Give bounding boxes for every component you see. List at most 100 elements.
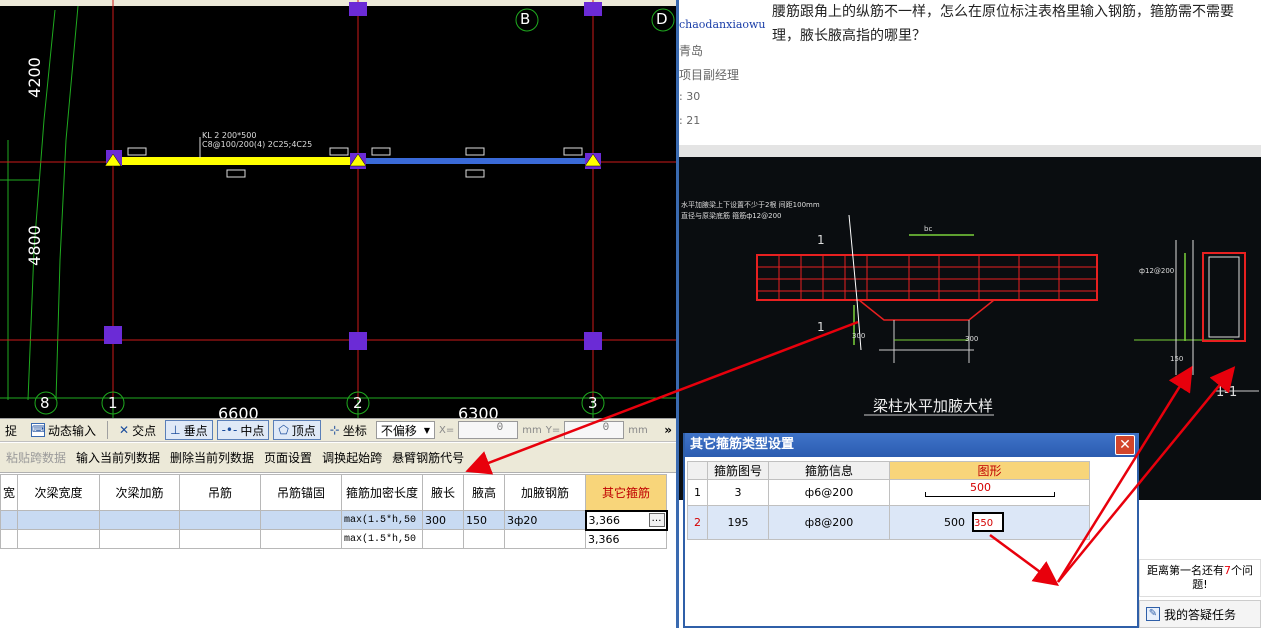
- capture-button[interactable]: 捉: [0, 420, 22, 440]
- my-tasks-link[interactable]: ✎ 我的答疑任务: [1139, 600, 1261, 628]
- ellipsis-button[interactable]: …: [648, 512, 665, 527]
- shape-width: 500: [944, 516, 965, 529]
- grid-cell[interactable]: 3,366: [585, 529, 668, 549]
- profile-username[interactable]: chaodanxiaowu: [679, 18, 766, 31]
- intersection-label: 交点: [132, 423, 157, 438]
- col-header[interactable]: 吊筋锚固: [260, 474, 343, 511]
- close-button[interactable]: ✕: [1115, 435, 1135, 455]
- paste-span-data[interactable]: 粘贴跨数据: [6, 449, 66, 466]
- stirrup-info[interactable]: ф8@200: [768, 505, 890, 540]
- stirrup-shape[interactable]: 500 350: [889, 505, 1090, 540]
- stirrup-shape[interactable]: 500: [889, 479, 1090, 506]
- toolbar-more-button[interactable]: »: [664, 423, 672, 437]
- table-row[interactable]: max(1.5*h,50 300 150 3ф20 3,366 …: [0, 509, 668, 531]
- stirrup-code[interactable]: 195: [707, 505, 769, 540]
- grid-cell[interactable]: [504, 529, 587, 549]
- offset-select[interactable]: 不偏移 ▼: [375, 421, 436, 439]
- midpoint-label: 中点: [240, 423, 265, 438]
- coordinate-icon: ⊹: [329, 423, 340, 437]
- grid-cell[interactable]: [179, 529, 262, 549]
- grid-cell[interactable]: 3ф20: [504, 510, 587, 530]
- y-input[interactable]: 0: [564, 421, 625, 439]
- axis-label-b: B: [520, 10, 531, 28]
- col-header[interactable]: 箍筋图号: [707, 461, 769, 480]
- grid-table: 宽 次梁宽度 次梁加筋 吊筋 吊筋锚固 箍筋加密长度 腋长 腋高 加腋钢筋 其它…: [0, 474, 668, 549]
- in-situ-annotation-grid: 宽 次梁宽度 次梁加筋 吊筋 吊筋锚固 箍筋加密长度 腋长 腋高 加腋钢筋 其它…: [0, 474, 676, 628]
- table-row[interactable]: 1 3 ф6@200 500: [687, 479, 1090, 506]
- screenshot-root: B D 8 1 2 3 4200 4800 6600 6300 KL 2 200…: [0, 0, 1261, 628]
- profile-title: 项目副经理: [679, 68, 740, 82]
- table-row[interactable]: max(1.5*h,50 3,366: [0, 529, 668, 549]
- stirrup-header-row: 箍筋图号 箍筋信息 图形: [687, 461, 1090, 480]
- dim-4800: 4800: [24, 225, 44, 266]
- grid-cell[interactable]: max(1.5*h,50: [341, 510, 424, 530]
- cantilever-rebar-code[interactable]: 悬臂钢筋代号: [392, 449, 464, 466]
- grid-cell[interactable]: [260, 529, 343, 549]
- coordinate-label: 坐标: [342, 423, 367, 438]
- profile-stat-1: : 30: [679, 90, 701, 103]
- grid-cell[interactable]: [179, 510, 262, 530]
- grid-cell[interactable]: [463, 529, 506, 549]
- grid-cell[interactable]: [99, 529, 181, 549]
- photo-dim-300a: 300: [852, 332, 866, 340]
- coordinate-button[interactable]: ⊹ 坐标: [325, 420, 372, 440]
- grid-cell-active[interactable]: 3,366 …: [584, 509, 668, 531]
- chevron-down-icon: ▼: [423, 425, 431, 435]
- my-tasks-label: 我的答疑任务: [1164, 607, 1237, 622]
- col-header-other-stirrup[interactable]: 其它箍筋: [585, 474, 668, 511]
- col-header[interactable]: 宽: [0, 474, 19, 511]
- dynamic-input-button[interactable]: ⌨ 动态输入: [26, 420, 101, 440]
- grid-cell[interactable]: [17, 529, 101, 549]
- photo-dim-300b: 300: [965, 335, 979, 343]
- perpendicular-label: 垂点: [183, 423, 208, 438]
- shape-height: 350: [974, 518, 994, 529]
- grid-cell[interactable]: 150: [463, 510, 506, 530]
- table-menu: 粘贴跨数据 输入当前列数据 删除当前列数据 页面设置 调换起始跨 悬臂钢筋代号: [0, 443, 676, 473]
- grid-cell-value: 3,366: [588, 513, 621, 527]
- vertex-icon: ⬠: [278, 423, 289, 437]
- grid-header-row: 宽 次梁宽度 次梁加筋 吊筋 吊筋锚固 箍筋加密长度 腋长 腋高 加腋钢筋 其它…: [0, 474, 668, 511]
- perpendicular-button[interactable]: ⊥ 垂点: [165, 420, 213, 440]
- midpoint-button[interactable]: -•- 中点: [216, 420, 270, 440]
- col-header[interactable]: 次梁加筋: [99, 474, 181, 511]
- table-row[interactable]: 2 195 ф8@200 500 350: [687, 505, 1090, 540]
- offset-select-value: 不偏移: [380, 423, 417, 438]
- page-setup[interactable]: 页面设置: [264, 449, 312, 466]
- other-stirrup-dialog: 其它箍筋类型设置 ✕ 箍筋图号 箍筋信息 图形 1 3 ф6@200 500 2: [683, 433, 1139, 628]
- col-header[interactable]: 腋长: [422, 474, 465, 511]
- beam-label-2: C8@100/200(4) 2C25;4C25: [202, 140, 313, 149]
- stirrup-code[interactable]: 3: [707, 479, 769, 506]
- grid-cell[interactable]: max(1.5*h,50: [341, 529, 424, 549]
- dialog-title-bar[interactable]: 其它箍筋类型设置: [685, 433, 1139, 457]
- intersection-button[interactable]: ✕ 交点: [114, 420, 161, 440]
- grid-cell[interactable]: [17, 510, 101, 530]
- cad-canvas[interactable]: B D 8 1 2 3 4200 4800 6600 6300 KL 2 200…: [0, 0, 676, 418]
- dim-4200: 4200: [24, 57, 44, 98]
- toolbar-separator: [107, 421, 109, 439]
- input-column-data[interactable]: 输入当前列数据: [76, 449, 160, 466]
- swap-start-span[interactable]: 调换起始跨: [322, 449, 382, 466]
- col-header-shape[interactable]: 图形: [889, 461, 1090, 480]
- grid-cell[interactable]: [0, 529, 19, 549]
- col-header[interactable]: 箍筋信息: [768, 461, 890, 480]
- vertex-button[interactable]: ⬠ 顶点: [273, 420, 321, 440]
- y-unit: mm: [628, 424, 648, 436]
- col-header[interactable]: 加腋钢筋: [504, 474, 587, 511]
- grid-cell[interactable]: 300: [422, 510, 465, 530]
- col-header[interactable]: 腋高: [463, 474, 506, 511]
- stirrup-info[interactable]: ф6@200: [768, 479, 890, 506]
- dynamic-input-icon: ⌨: [31, 423, 46, 437]
- straight-bar-shape: [925, 492, 1055, 497]
- profile-stat-2: : 21: [679, 114, 701, 127]
- col-header[interactable]: 次梁宽度: [17, 474, 101, 511]
- grid-cell[interactable]: [422, 529, 465, 549]
- x-input[interactable]: 0: [458, 421, 519, 439]
- grid-cell[interactable]: [0, 510, 19, 530]
- x-unit: mm: [522, 424, 542, 436]
- y-label: Y=: [545, 424, 561, 436]
- grid-cell[interactable]: [260, 510, 343, 530]
- col-header[interactable]: 吊筋: [179, 474, 262, 511]
- col-header[interactable]: 箍筋加密长度: [341, 474, 424, 511]
- delete-column-data[interactable]: 删除当前列数据: [170, 449, 254, 466]
- grid-cell[interactable]: [99, 510, 181, 530]
